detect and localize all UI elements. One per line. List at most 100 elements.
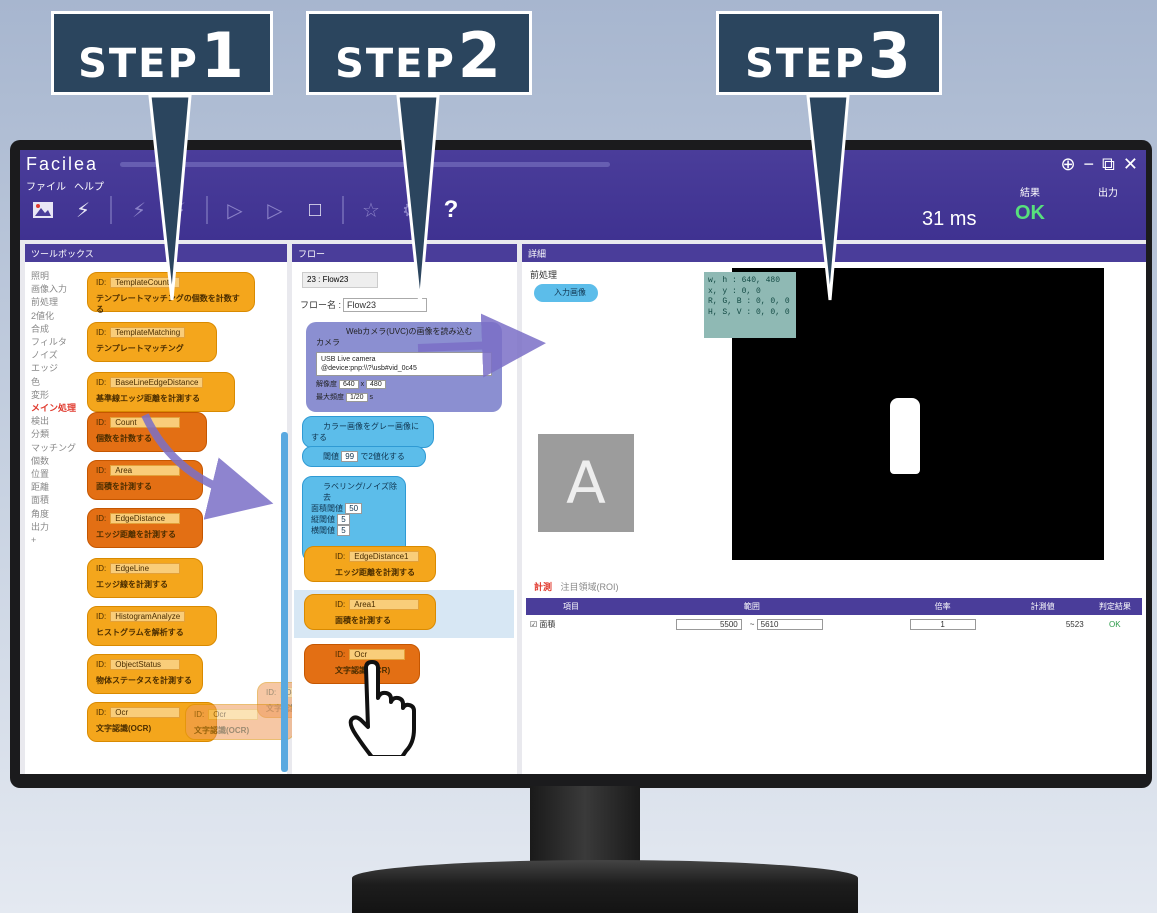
- toolbox-block-templatematching[interactable]: ID: TemplateMatching テンプレートマッチング: [87, 322, 217, 362]
- block-description: エッジ線を計測する: [96, 580, 168, 589]
- block-id: Ocr: [208, 709, 259, 720]
- toolbox-block-edgedistance[interactable]: ID: EdgeDistance エッジ距離を計測する: [87, 508, 203, 548]
- toolbox-block-edgeline[interactable]: ID: EdgeLine エッジ線を計測する: [87, 558, 203, 598]
- category-item[interactable]: メイン処理: [31, 402, 76, 415]
- step-word: STEP: [78, 41, 199, 87]
- toolbox-block-area[interactable]: ID: Area 面積を計測する: [87, 460, 203, 500]
- horizontal-threshold-input[interactable]: 5: [337, 525, 350, 536]
- flow-selector[interactable]: 23 : Flow23: [302, 272, 378, 288]
- binarize-block[interactable]: 閾値 99 で2値化する: [302, 446, 426, 467]
- help-icon[interactable]: ?: [438, 196, 464, 223]
- menu-help[interactable]: ヘルプ: [74, 178, 104, 193]
- block-id[interactable]: Area1: [349, 599, 420, 610]
- category-item[interactable]: 前処理: [31, 296, 76, 309]
- minimize-icon[interactable]: −: [1084, 154, 1095, 175]
- tab-roi[interactable]: 注目領域(ROI): [561, 582, 619, 592]
- image-icon[interactable]: [30, 197, 56, 223]
- step-play-icon[interactable]: ▷: [262, 197, 288, 223]
- block-id[interactable]: Ocr: [349, 649, 406, 660]
- step1-callout: STEP 1: [51, 11, 273, 95]
- category-item[interactable]: マッチング: [31, 442, 76, 455]
- category-item[interactable]: 個数: [31, 455, 76, 468]
- toolbox-scrollbar[interactable]: [281, 432, 288, 772]
- measured-value: 5523: [1065, 620, 1084, 629]
- category-item[interactable]: 距離: [31, 481, 76, 494]
- camera-block[interactable]: Webカメラ(UVC)の画像を読み込む カメラ USB Live camera …: [306, 322, 502, 412]
- tab-measure[interactable]: 計測: [534, 582, 552, 592]
- category-item[interactable]: 色: [31, 376, 76, 389]
- settings-icon[interactable]: ⚙: [398, 197, 424, 223]
- menu-bar: ファイル ヘルプ: [26, 178, 104, 193]
- fps-input[interactable]: 1/20: [345, 393, 368, 402]
- max-input[interactable]: 5610: [756, 619, 823, 630]
- block-id: Ocr: [110, 707, 181, 718]
- fps-unit: s: [369, 394, 374, 401]
- toolbox-block-histogramanalyze[interactable]: ID: HistogramAnalyze ヒストグラムを解析する: [87, 606, 217, 646]
- block-description: 個数を計数する: [96, 434, 152, 443]
- result-value: OK: [1015, 202, 1045, 224]
- category-item[interactable]: 照明: [31, 270, 76, 283]
- vertical-threshold-input[interactable]: 5: [337, 514, 350, 525]
- input-image-chip[interactable]: 入力画像: [534, 284, 598, 302]
- category-item[interactable]: フィルタ: [31, 336, 76, 349]
- toolbox-block-objectstatus[interactable]: ID: ObjectStatus 物体ステータスを計測する: [87, 654, 203, 694]
- flash-step-icon[interactable]: ⚡: [166, 197, 192, 223]
- min-input[interactable]: 5500: [675, 619, 742, 630]
- close-icon[interactable]: ✕: [1123, 154, 1138, 175]
- measure-table: 項目 範囲 倍率 計測値 判定結果 ☑ 面積 5500 ~ 5610 1 552…: [526, 598, 1142, 634]
- block-description: ヒストグラムを解析する: [96, 628, 184, 637]
- height-input[interactable]: 480: [366, 380, 386, 389]
- block-description: 基準線エッジ距離を計測する: [96, 394, 200, 403]
- template-thumbnail[interactable]: A: [538, 434, 634, 532]
- flash-all-icon[interactable]: ⚡: [126, 197, 152, 223]
- toolbox-block-count[interactable]: ID: Count 個数を計数する: [87, 412, 207, 452]
- toolbox-title: ツールボックス: [25, 244, 287, 262]
- play-icon[interactable]: ▷: [222, 197, 248, 223]
- category-item[interactable]: 分類: [31, 428, 76, 441]
- camera-source-select[interactable]: USB Live camera @device:pnp:\\?\usb#vid_…: [316, 352, 492, 376]
- globe-icon[interactable]: ⊕: [1060, 154, 1075, 175]
- block-description: テンプレートマッチング: [96, 344, 184, 353]
- toolbar-divider: [206, 196, 208, 224]
- category-item[interactable]: 出力: [31, 521, 76, 534]
- category-item[interactable]: 面積: [31, 494, 76, 507]
- category-item[interactable]: 変形: [31, 389, 76, 402]
- monitor-base: [352, 860, 858, 913]
- category-item[interactable]: 画像入力: [31, 283, 76, 296]
- restore-icon[interactable]: ⧉: [1102, 154, 1115, 175]
- output-button[interactable]: 出力: [1098, 184, 1118, 199]
- binarize-threshold-input[interactable]: 99: [341, 451, 359, 462]
- flow-name-input[interactable]: Flow23: [343, 298, 428, 312]
- flow-name-label: フロー名 :: [300, 300, 342, 310]
- range-separator: ~: [749, 620, 755, 629]
- step-number: 2: [457, 19, 503, 92]
- hand-cursor-icon: [348, 660, 416, 756]
- category-list: 照明 画像入力 前処理 2値化 合成 フィルタ ノイズ エッジ色変形 メイン処理 検出 分類 マッチン…: [31, 270, 76, 547]
- category-item[interactable]: 位置: [31, 468, 76, 481]
- toolbox-block-templatecount[interactable]: ID: TemplateCount テンプレートマッチングの個数を計数する: [87, 272, 255, 314]
- gray-convert-block[interactable]: カラー画像をグレー画像にする: [302, 416, 434, 448]
- toolbox-block-baselineedgedistance[interactable]: ID: BaseLineEdgeDistance 基準線エッジ距離を計測する: [87, 372, 235, 412]
- category-item[interactable]: エッジ: [31, 362, 76, 375]
- flow-edge-distance-block[interactable]: ID: EdgeDistance1 エッジ距離を計測する: [304, 546, 436, 582]
- menu-file[interactable]: ファイル: [26, 178, 66, 193]
- fps-label: 最大頻度: [316, 394, 344, 401]
- block-id: TemplateCount: [110, 277, 181, 288]
- row-item[interactable]: ☑ 面積: [526, 615, 616, 634]
- category-item[interactable]: +: [31, 534, 76, 547]
- flash-icon[interactable]: ⚡: [70, 197, 96, 223]
- category-item[interactable]: 検出: [31, 415, 76, 428]
- width-input[interactable]: 640: [338, 380, 359, 389]
- camera-source-line2: @device:pnp:\\?\usb#vid_0c45: [321, 365, 417, 372]
- stop-icon[interactable]: □: [302, 197, 328, 223]
- area-threshold-input[interactable]: 50: [345, 503, 363, 514]
- elapsed-time: 31 ms: [922, 208, 977, 230]
- scale-input[interactable]: 1: [909, 619, 976, 630]
- category-item[interactable]: 合成: [31, 323, 76, 336]
- category-item[interactable]: ノイズ: [31, 349, 76, 362]
- category-item[interactable]: 角度: [31, 508, 76, 521]
- block-id[interactable]: EdgeDistance1: [349, 551, 420, 562]
- flow-area-block[interactable]: ID: Area1 面積を計測する: [304, 594, 436, 630]
- category-item[interactable]: 2値化: [31, 310, 76, 323]
- favorite-icon[interactable]: ☆: [358, 197, 384, 223]
